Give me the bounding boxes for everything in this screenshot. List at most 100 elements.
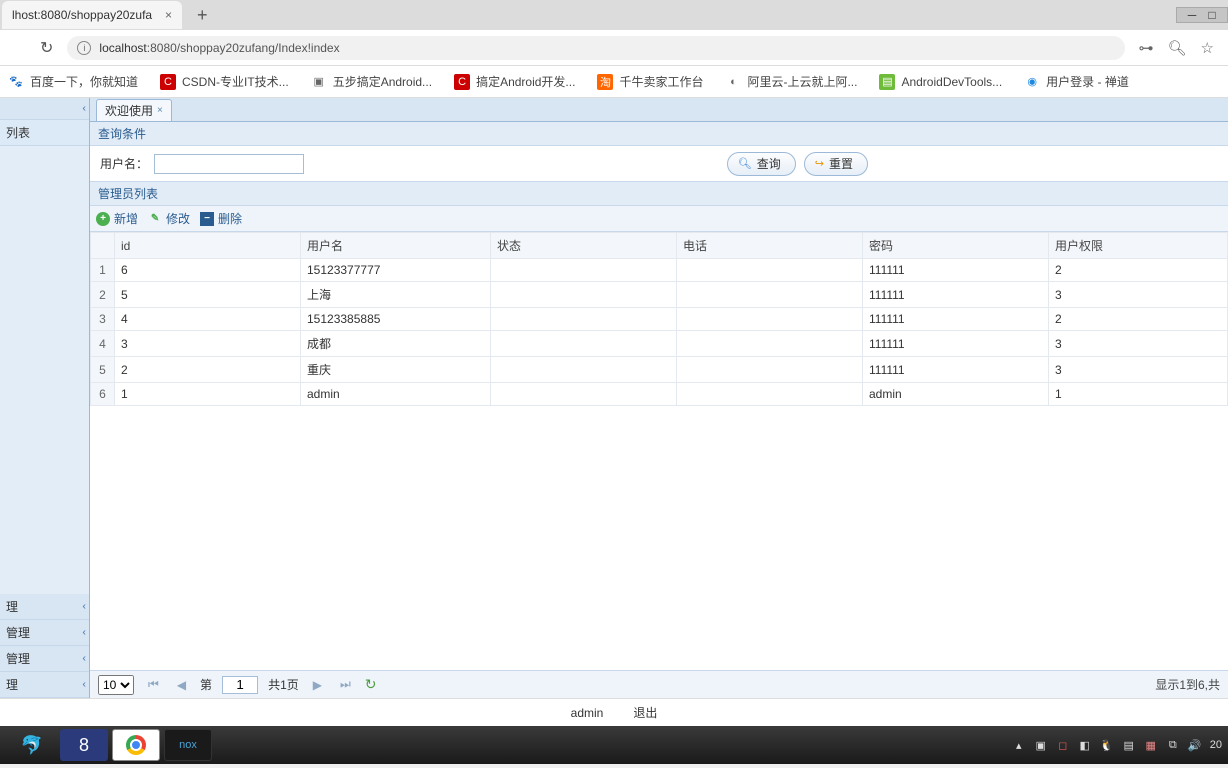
- table-row[interactable]: 52重庆1111113: [91, 357, 1228, 383]
- page-size-select[interactable]: 10: [98, 675, 134, 695]
- username-input[interactable]: [154, 154, 304, 174]
- page-total: 共1页: [268, 676, 299, 693]
- cell-id: 5: [115, 282, 301, 308]
- next-page-button[interactable]: ▶: [309, 678, 326, 692]
- tray-clock[interactable]: 20: [1210, 739, 1222, 751]
- edit-button[interactable]: ✎ 修改: [148, 210, 190, 227]
- bookmark-label: 千牛卖家工作台: [619, 73, 703, 90]
- sidebar-item[interactable]: 管理‹‹: [0, 646, 89, 672]
- aliyun-icon: ◐: [725, 74, 741, 90]
- page-input[interactable]: [222, 676, 258, 694]
- bookmark-label: 百度一下，你就知道: [30, 73, 138, 90]
- bookmark-item[interactable]: ▤AndroidDevTools...: [879, 74, 1002, 90]
- col-username[interactable]: 用户名: [301, 233, 491, 259]
- app-tab[interactable]: 欢迎使用 ×: [96, 99, 172, 121]
- tray-icon[interactable]: ◧: [1078, 738, 1092, 752]
- col-perm[interactable]: 用户权限: [1049, 233, 1228, 259]
- table-row[interactable]: 25上海1111113: [91, 282, 1228, 308]
- sidebar-collapse[interactable]: ‹‹: [0, 98, 89, 120]
- tray-icon[interactable]: 🐧: [1100, 738, 1114, 752]
- prev-page-button[interactable]: ◀: [173, 678, 190, 692]
- zoom-icon[interactable]: 🔍︎: [1168, 39, 1187, 57]
- bookmark-item[interactable]: 🐾百度一下，你就知道: [8, 73, 138, 90]
- maximize-button[interactable]: □: [1205, 10, 1219, 20]
- table-row[interactable]: 34151233858851111112: [91, 308, 1228, 331]
- last-page-button[interactable]: ⏭: [336, 677, 355, 692]
- close-icon[interactable]: ×: [165, 8, 172, 22]
- reset-button[interactable]: ↪重置: [804, 152, 868, 176]
- browser-tab[interactable]: lhost:8080/shoppay20zufa ×: [2, 1, 182, 29]
- table-row[interactable]: 61adminadmin1: [91, 383, 1228, 406]
- tray-icon[interactable]: ◻: [1056, 738, 1070, 752]
- cell-status: [491, 308, 677, 331]
- bookmark-item[interactable]: 淘千牛卖家工作台: [597, 73, 703, 90]
- app-area: ‹‹ 列表 理‹‹ 管理‹‹ 管理‹‹ 理‹‹ 欢迎使用 × 查询条件 用户名：…: [0, 98, 1228, 698]
- reset-icon: ↪: [815, 157, 824, 170]
- table-row[interactable]: 43成都1111113: [91, 331, 1228, 357]
- info-icon[interactable]: i: [77, 41, 91, 55]
- new-tab-button[interactable]: +: [197, 5, 208, 26]
- cell-password: 111111: [863, 357, 1049, 383]
- tray-icon[interactable]: ▤: [1122, 738, 1136, 752]
- toolbar: +新增 ✎ 修改 −删除: [90, 206, 1228, 232]
- logout-link[interactable]: 退出: [633, 704, 657, 721]
- cell-username: 重庆: [301, 357, 491, 383]
- taskbar-app-8[interactable]: 8: [60, 729, 108, 761]
- tray-up-icon[interactable]: ▴: [1012, 738, 1026, 752]
- taskbar-app-dolphin[interactable]: 🐬: [8, 729, 56, 761]
- cell-perm: 3: [1049, 282, 1228, 308]
- search-button[interactable]: 🔍︎查询: [727, 152, 796, 176]
- refresh-button[interactable]: ↻: [365, 676, 377, 693]
- sidebar-label: 列表: [6, 124, 30, 141]
- taskbar-app-chrome[interactable]: [112, 729, 160, 761]
- tray-icon[interactable]: ⧉: [1166, 738, 1180, 752]
- cell-id: 3: [115, 331, 301, 357]
- table-row[interactable]: 16151233777771111112: [91, 259, 1228, 282]
- table-wrap[interactable]: id 用户名 状态 电话 密码 用户权限 1615123377777111111…: [90, 232, 1228, 670]
- cell-phone: [677, 331, 863, 357]
- col-password[interactable]: 密码: [863, 233, 1049, 259]
- tray-icon[interactable]: ▣: [1034, 738, 1048, 752]
- chevron-left-icon: ‹‹: [82, 679, 83, 690]
- close-icon[interactable]: ×: [157, 105, 163, 116]
- button-label: 修改: [166, 210, 190, 227]
- volume-icon[interactable]: 🔊: [1188, 738, 1202, 752]
- bookmark-item[interactable]: C搞定Android开发...: [454, 73, 575, 90]
- sidebar-item[interactable]: 列表: [0, 120, 89, 146]
- delete-button[interactable]: −删除: [200, 210, 242, 227]
- cell-id: 4: [115, 308, 301, 331]
- bookmark-item[interactable]: ▣五步搞定Android...: [311, 73, 432, 90]
- minus-icon: −: [200, 212, 214, 226]
- chevron-left-icon: ‹‹: [82, 627, 83, 638]
- first-page-button[interactable]: ⏮: [144, 677, 163, 692]
- star-icon[interactable]: ☆: [1201, 39, 1214, 57]
- cell-phone: [677, 383, 863, 406]
- bookmark-label: 阿里云-上云就上阿...: [747, 73, 857, 90]
- bookmark-item[interactable]: CCSDN-专业IT技术...: [160, 73, 289, 90]
- sidebar-item[interactable]: 管理‹‹: [0, 620, 89, 646]
- minimize-button[interactable]: ─: [1185, 10, 1199, 20]
- devtools-icon: ▤: [879, 74, 895, 90]
- col-phone[interactable]: 电话: [677, 233, 863, 259]
- reload-button[interactable]: ↻: [40, 38, 53, 58]
- add-button[interactable]: +新增: [96, 210, 138, 227]
- sidebar-item[interactable]: 理‹‹: [0, 672, 89, 698]
- sidebar-item[interactable]: 理‹‹: [0, 594, 89, 620]
- csdn-icon: C: [454, 74, 470, 90]
- url-box[interactable]: i localhost:8080/shoppay20zufang/Index!i…: [67, 36, 1124, 60]
- footer: admin 退出: [0, 698, 1228, 726]
- taskbar-app-nox[interactable]: nox: [164, 729, 212, 761]
- tray-icon[interactable]: ▦: [1144, 738, 1158, 752]
- col-id[interactable]: id: [115, 233, 301, 259]
- pencil-icon: ✎: [148, 212, 162, 226]
- bookmark-item[interactable]: ◐ 阿里云-上云就上阿...: [725, 73, 857, 90]
- browser-tab-strip: lhost:8080/shoppay20zufa × + ─ □: [0, 0, 1228, 30]
- bookmark-item[interactable]: ◉用户登录 - 禅道: [1024, 73, 1129, 90]
- key-icon[interactable]: ⊶: [1139, 39, 1154, 57]
- query-form: 用户名： 🔍︎查询 ↪重置: [90, 146, 1228, 182]
- sidebar-label: 管理: [6, 650, 30, 667]
- col-status[interactable]: 状态: [491, 233, 677, 259]
- panel-title: 查询条件: [98, 125, 146, 142]
- chevron-left-icon: ‹‹: [82, 103, 83, 114]
- col-rownum: [91, 233, 115, 259]
